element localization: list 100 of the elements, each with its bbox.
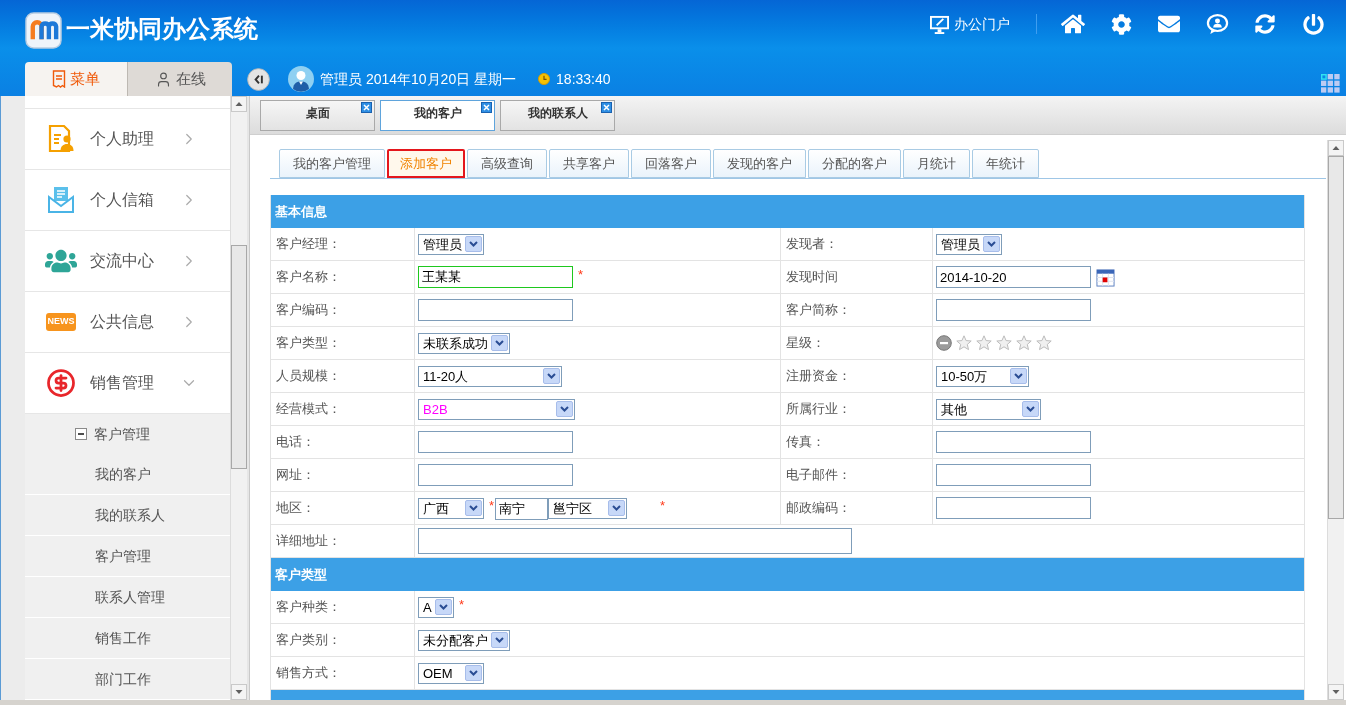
select-dropdown[interactable]: 10-50万 xyxy=(936,365,1029,387)
field-label: 客户编码： xyxy=(271,294,415,326)
field-label: 电子邮件： xyxy=(781,459,933,491)
empty-star-icon[interactable] xyxy=(976,335,992,351)
clear-rating-icon[interactable] xyxy=(936,335,952,351)
menu-item[interactable]: NEWS 公共信息 xyxy=(25,292,230,353)
power-icon[interactable] xyxy=(1301,12,1325,36)
field-label: 网址： xyxy=(271,459,415,491)
select-dropdown[interactable]: 广西 xyxy=(418,497,484,519)
envelope-letter-icon xyxy=(46,185,76,215)
select-dropdown[interactable]: 其他 xyxy=(936,398,1041,420)
field-label: 客户种类： xyxy=(271,591,415,623)
field-label: 客户名称： xyxy=(271,261,415,293)
text-input[interactable]: 2014-10-20 xyxy=(936,266,1091,288)
field-label: 销售方式： xyxy=(271,657,415,689)
section-header: 基本信息 xyxy=(271,195,1304,228)
required-mark: * xyxy=(660,498,666,512)
close-icon[interactable] xyxy=(481,102,492,113)
star-rating[interactable] xyxy=(956,335,1052,351)
text-input[interactable] xyxy=(418,299,573,321)
avatar-icon xyxy=(288,66,314,92)
field-label: 客户类别： xyxy=(271,624,415,656)
vertical-scrollbar[interactable] xyxy=(230,96,247,700)
monitor-icon xyxy=(929,14,950,34)
sub-tab[interactable]: 发现的客户 xyxy=(713,149,806,178)
news-badge: NEWS xyxy=(46,313,76,331)
section-header: 客户类型 xyxy=(271,558,1304,591)
text-input[interactable] xyxy=(936,431,1091,453)
refresh-icon[interactable] xyxy=(1253,12,1277,36)
text-input[interactable] xyxy=(936,299,1091,321)
settings-icon[interactable] xyxy=(1109,12,1133,36)
sub-tab[interactable]: 月统计 xyxy=(903,149,970,178)
select-dropdown[interactable]: OEM xyxy=(418,662,484,684)
field-label: 地区： xyxy=(271,492,415,524)
empty-star-icon[interactable] xyxy=(956,335,972,351)
sidebar-tab[interactable]: 在线 xyxy=(127,62,232,96)
scrollbar-thumb[interactable] xyxy=(231,245,247,469)
calendar-icon[interactable] xyxy=(1096,267,1115,287)
text-input[interactable] xyxy=(418,431,573,453)
grid-icon[interactable] xyxy=(1321,74,1340,93)
sub-tab[interactable]: 我的客户管理 xyxy=(279,149,385,178)
empty-star-icon[interactable] xyxy=(1036,335,1052,351)
page-tab[interactable]: 桌面 xyxy=(260,100,375,131)
dollar-circle-icon xyxy=(46,368,76,398)
sub-tab[interactable]: 共享客户 xyxy=(549,149,629,178)
document-person-icon xyxy=(46,124,76,154)
scrollbar-thumb[interactable] xyxy=(1328,156,1344,519)
document-icon xyxy=(52,70,66,88)
clock-time: 18:33:40 xyxy=(556,69,611,89)
page-tab[interactable]: 我的客户 xyxy=(380,100,495,131)
required-mark: * xyxy=(459,597,465,611)
field-label: 注册资金： xyxy=(781,360,933,392)
user-info-text: 管理员 2014年10月20日 星期一 xyxy=(320,69,517,89)
select-dropdown[interactable]: 未联系成功 xyxy=(418,332,510,354)
sub-tab[interactable]: 年统计 xyxy=(972,149,1039,178)
text-input[interactable]: 南宁 xyxy=(495,498,549,520)
sub-tab[interactable]: 回落客户 xyxy=(631,149,711,178)
field-label: 客户类型： xyxy=(271,327,415,359)
app-title: 一米协同办公系统 xyxy=(66,14,258,44)
menu-group[interactable]: 客户管理 xyxy=(25,414,230,454)
clock-icon xyxy=(538,73,551,85)
field-label: 客户经理： xyxy=(271,228,415,260)
field-label: 发现者： xyxy=(781,228,933,260)
empty-star-icon[interactable] xyxy=(1016,335,1032,351)
select-dropdown[interactable]: 管理员 xyxy=(936,233,1002,255)
field-label: 邮政编码： xyxy=(781,492,933,524)
sub-tab[interactable]: 分配的客户 xyxy=(808,149,901,178)
field-label: 客户简称： xyxy=(781,294,933,326)
field-label: 电话： xyxy=(271,426,415,458)
text-input[interactable] xyxy=(936,497,1091,519)
menu-item[interactable]: 个人信箱 xyxy=(25,170,230,231)
select-dropdown[interactable]: 未分配客户 xyxy=(418,629,510,651)
close-icon[interactable] xyxy=(601,102,612,113)
select-dropdown[interactable]: A xyxy=(418,596,454,618)
field-label: 星级： xyxy=(781,327,933,359)
chat-user-icon[interactable] xyxy=(1205,12,1229,36)
text-input[interactable] xyxy=(936,464,1091,486)
select-dropdown[interactable]: 11-20人 xyxy=(418,365,562,387)
required-mark: * xyxy=(578,267,584,281)
text-input[interactable] xyxy=(418,464,573,486)
portal-link[interactable]: 办公门户 xyxy=(929,13,1010,35)
sub-tab[interactable]: 高级查询 xyxy=(467,149,547,178)
close-icon[interactable] xyxy=(361,102,372,113)
field-label: 人员规模： xyxy=(271,360,415,392)
minus-box-icon xyxy=(75,428,87,440)
field-label: 经营模式： xyxy=(271,393,415,425)
text-input[interactable]: 王某某 xyxy=(418,266,573,288)
home-icon[interactable] xyxy=(1061,12,1085,36)
text-input[interactable] xyxy=(418,528,852,554)
logo-icon xyxy=(25,12,62,49)
collapse-icon[interactable] xyxy=(247,67,270,91)
empty-star-icon[interactable] xyxy=(996,335,1012,351)
select-dropdown[interactable]: 管理员 xyxy=(418,233,484,255)
field-label: 详细地址： xyxy=(271,525,415,557)
menu-item[interactable]: 交流中心 xyxy=(25,231,230,292)
field-label: 发现时间 xyxy=(781,261,933,293)
page-tab[interactable]: 我的联系人 xyxy=(500,100,615,131)
select-dropdown[interactable]: 邕宁区 xyxy=(548,497,628,519)
vertical-scrollbar[interactable] xyxy=(1327,140,1344,700)
required-mark: * xyxy=(489,498,495,512)
